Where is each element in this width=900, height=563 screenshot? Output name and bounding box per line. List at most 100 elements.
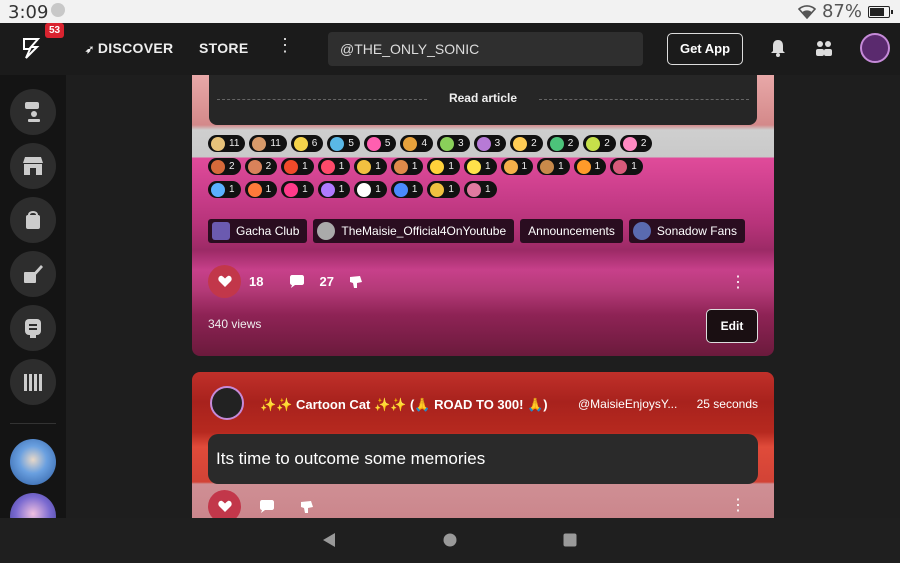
search-input[interactable]: @THE_ONLY_SONIC (328, 32, 643, 66)
home-icon[interactable] (443, 533, 457, 547)
tag-chip[interactable]: Gacha Club (208, 219, 308, 243)
reaction-chip[interactable]: 1 (354, 181, 387, 198)
reaction-chip[interactable]: 1 (537, 158, 570, 175)
post-more-button[interactable]: ⋮ (730, 495, 746, 515)
reaction-sticker-icon (252, 136, 267, 151)
reaction-count: 5 (384, 138, 391, 149)
reaction-sticker-icon (613, 159, 628, 174)
reaction-sticker-icon (576, 159, 591, 174)
sidebar-item-leaderboard[interactable] (10, 89, 56, 135)
tag-chip[interactable]: Sonadow Fans (628, 219, 745, 243)
reaction-chip[interactable]: 3 (437, 135, 470, 152)
reaction-chip[interactable]: 1 (427, 158, 460, 175)
bell-icon[interactable] (769, 38, 787, 58)
reaction-chip[interactable]: 1 (281, 181, 314, 198)
reaction-chip[interactable]: 1 (390, 181, 424, 198)
tag-label: TheMaisie_Official4OnYoutube (341, 224, 507, 238)
comment-icon[interactable] (289, 274, 305, 289)
reaction-chip[interactable]: 1 (500, 158, 534, 175)
reaction-chip[interactable]: 1 (208, 181, 241, 198)
reaction-sticker-icon (540, 159, 555, 174)
reaction-sticker-icon (211, 136, 225, 151)
reaction-chip[interactable]: 1 (244, 181, 278, 198)
comment-icon[interactable] (259, 499, 275, 514)
author-handle[interactable]: @MaisieEnjoysY... (578, 397, 677, 411)
like-button[interactable] (208, 490, 241, 518)
amino-logo-icon[interactable] (22, 37, 42, 59)
read-article-button[interactable]: Read article (209, 75, 757, 125)
reaction-chip[interactable]: 1 (573, 158, 607, 175)
post-actions (208, 490, 315, 518)
discover-link[interactable]: ➶ DISCOVER (85, 40, 173, 56)
reaction-count: 2 (604, 138, 610, 149)
nav-more-button[interactable]: ⋮ (276, 35, 294, 56)
reaction-chip[interactable]: 1 (463, 181, 497, 198)
reaction-sticker-icon (357, 182, 372, 197)
reaction-count: 11 (229, 138, 240, 149)
reaction-chip[interactable]: 3 (473, 135, 507, 152)
reaction-sticker-icon (549, 136, 564, 151)
reaction-count: 1 (411, 184, 418, 195)
sidebar-item-library[interactable] (10, 359, 56, 405)
reaction-chip[interactable]: 2 (244, 158, 278, 175)
reaction-count: 1 (375, 184, 381, 195)
reaction-count: 2 (640, 138, 647, 149)
sidebar-item-store[interactable] (10, 143, 56, 189)
get-app-button[interactable]: Get App (667, 33, 743, 65)
reaction-sticker-icon (211, 159, 225, 174)
heart-icon (217, 500, 232, 512)
reaction-chip[interactable]: 11 (249, 135, 287, 152)
reaction-chip[interactable]: 6 (290, 135, 324, 152)
post-more-button[interactable]: ⋮ (730, 272, 746, 292)
members-icon[interactable] (814, 38, 834, 58)
reaction-chip[interactable]: 1 (317, 181, 351, 198)
reaction-chip[interactable]: 2 (208, 158, 241, 175)
reaction-chip[interactable]: 2 (510, 135, 543, 152)
reaction-chip[interactable]: 1 (281, 158, 314, 175)
reaction-chip[interactable]: 1 (463, 158, 497, 175)
recents-icon[interactable] (563, 533, 577, 547)
community-avatar[interactable] (10, 439, 56, 485)
tag-chip[interactable]: TheMaisie_Official4OnYoutube (313, 219, 515, 243)
author-avatar[interactable] (210, 386, 244, 420)
sidebar-item-compose[interactable] (10, 251, 56, 297)
discover-icon: ➶ (85, 44, 98, 56)
reaction-count: 1 (484, 161, 491, 172)
reaction-chip[interactable]: 1 (317, 158, 351, 175)
status-time: 3:09 (8, 2, 49, 23)
reaction-count: 2 (531, 138, 537, 149)
tag-chip[interactable]: Announcements (520, 219, 623, 243)
reaction-sticker-icon (211, 182, 225, 197)
reaction-chip[interactable]: 11 (208, 135, 246, 152)
reaction-chip[interactable]: 2 (546, 135, 580, 152)
reaction-chip[interactable]: 5 (327, 135, 360, 152)
reaction-chip[interactable]: 1 (610, 158, 643, 175)
reaction-chip[interactable]: 2 (619, 135, 653, 152)
user-avatar[interactable] (860, 33, 890, 63)
post-body[interactable]: Its time to outcome some memories (208, 434, 758, 484)
post-text: Its time to outcome some memories (216, 449, 486, 468)
sidebar-item-chat[interactable] (10, 305, 56, 351)
reaction-sticker-icon (320, 159, 335, 174)
reaction-sticker-icon (466, 182, 481, 197)
back-icon[interactable] (322, 532, 336, 548)
reaction-chip[interactable]: 4 (400, 135, 434, 152)
reaction-chip[interactable]: 5 (363, 135, 397, 152)
author-name[interactable]: ✨✨ Cartoon Cat ✨✨ (🙏 ROAD TO 300! 🙏) (260, 397, 548, 413)
like-button[interactable] (208, 265, 241, 298)
reaction-chip[interactable]: 2 (583, 135, 616, 152)
sidebar-item-bag[interactable] (10, 197, 56, 243)
tag-thumbnail-icon (317, 222, 336, 240)
props-icon[interactable] (299, 499, 315, 515)
store-link[interactable]: STORE (199, 40, 248, 56)
reaction-count: 5 (348, 138, 354, 149)
reaction-sticker-icon (284, 182, 299, 197)
reaction-chip[interactable]: 1 (427, 181, 460, 198)
reaction-chip[interactable]: 1 (354, 158, 387, 175)
props-icon[interactable] (348, 274, 364, 290)
reaction-chip[interactable]: 1 (390, 158, 424, 175)
tag-thumbnail-icon (632, 222, 651, 240)
reaction-count: 1 (302, 184, 308, 195)
edit-button[interactable]: Edit (706, 309, 758, 343)
reaction-count: 2 (265, 161, 272, 172)
